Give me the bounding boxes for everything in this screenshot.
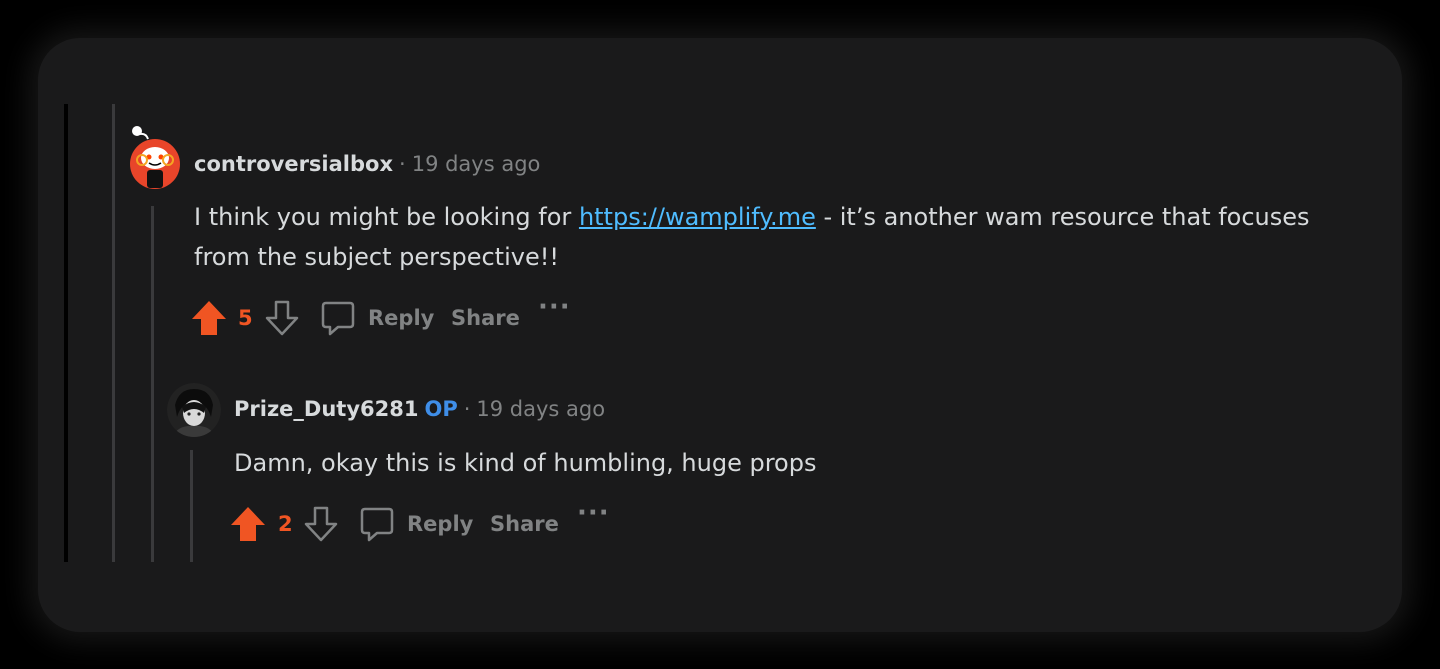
- comment-bubble-icon[interactable]: [320, 299, 356, 337]
- comment-1-time[interactable]: 19 days ago: [412, 152, 541, 176]
- thread-line-level-3[interactable]: [190, 450, 193, 562]
- thread-line-level-2[interactable]: [151, 206, 154, 562]
- upvote-arrow-icon[interactable]: [229, 505, 267, 543]
- comment-1-meta: controversialbox · 19 days ago: [194, 152, 540, 176]
- comment-2-separator: ·: [463, 397, 471, 421]
- more-options-icon[interactable]: ···: [538, 292, 571, 322]
- comment-2-score: 2: [278, 512, 293, 536]
- comment-1-separator: ·: [399, 152, 406, 176]
- snoo-avatar-icon[interactable]: [128, 124, 182, 190]
- reply-button[interactable]: Reply: [368, 306, 434, 330]
- comment-1-score: 5: [238, 306, 253, 330]
- comment-2-username[interactable]: Prize_Duty6281: [234, 397, 418, 421]
- comment-2-meta: Prize_Duty6281 OP · 19 days ago: [234, 397, 605, 421]
- op-badge: OP: [424, 397, 458, 421]
- thread-line-level-1[interactable]: [112, 104, 115, 562]
- reply-button[interactable]: Reply: [407, 512, 473, 536]
- comment-1-username[interactable]: controversialbox: [194, 152, 393, 176]
- comment-1-body-text: I think you might be looking for: [194, 203, 579, 231]
- downvote-arrow-icon[interactable]: [303, 505, 339, 543]
- downvote-arrow-icon[interactable]: [264, 299, 300, 337]
- comment-2-body: Damn, okay this is kind of humbling, hug…: [234, 449, 817, 477]
- comment-bubble-icon[interactable]: [359, 505, 395, 543]
- more-options-icon[interactable]: ···: [577, 498, 610, 528]
- comment-2-time[interactable]: 19 days ago: [476, 397, 605, 421]
- user-avatar-icon[interactable]: [167, 383, 221, 437]
- upvote-arrow-icon[interactable]: [190, 299, 228, 337]
- thread-line-parent[interactable]: [64, 104, 68, 562]
- share-button[interactable]: Share: [490, 512, 559, 536]
- share-button[interactable]: Share: [451, 306, 520, 330]
- comment-1-link[interactable]: https://wamplify.me: [579, 203, 816, 231]
- comment-1-body: I think you might be looking for https:/…: [194, 197, 1354, 277]
